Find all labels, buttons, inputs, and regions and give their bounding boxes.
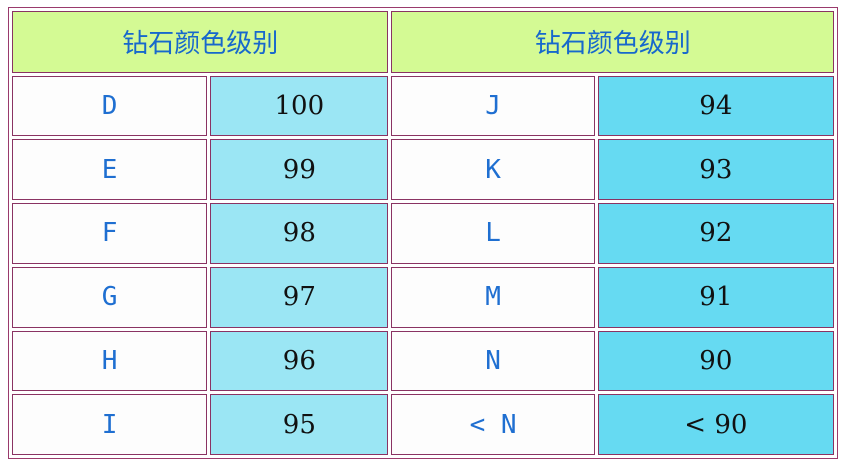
- value-cell: 94: [597, 75, 834, 137]
- header-left: 钻石颜色级别: [12, 11, 389, 73]
- table-row: E 99 K 93: [12, 139, 834, 201]
- table-row: D 100 J 94: [12, 75, 834, 137]
- table-row: H 96 N 90: [12, 330, 834, 392]
- diamond-color-table-frame: 钻石颜色级别 钻石颜色级别 D 100 J 94 E 99 K 93 F 98 …: [8, 7, 838, 459]
- value-cell: 97: [210, 266, 389, 328]
- grade-cell: L: [391, 203, 595, 264]
- value-cell: 99: [210, 139, 389, 201]
- grade-cell: < N: [391, 394, 595, 455]
- grade-cell: J: [391, 75, 595, 137]
- grade-cell: H: [12, 330, 208, 392]
- grade-cell: N: [391, 330, 595, 392]
- header-right: 钻石颜色级别: [391, 11, 834, 73]
- grade-cell: M: [391, 266, 595, 328]
- value-cell: 92: [597, 203, 834, 264]
- value-cell: 91: [597, 266, 834, 328]
- value-cell: 100: [210, 75, 389, 137]
- grade-cell: K: [391, 139, 595, 201]
- grade-cell: D: [12, 75, 208, 137]
- grade-cell: I: [12, 394, 208, 455]
- value-cell: 98: [210, 203, 389, 264]
- table-row: G 97 M 91: [12, 266, 834, 328]
- value-cell: 96: [210, 330, 389, 392]
- table-row: F 98 L 92: [12, 203, 834, 264]
- header-row: 钻石颜色级别 钻石颜色级别: [12, 11, 834, 73]
- value-cell: 93: [597, 139, 834, 201]
- value-cell: 95: [210, 394, 389, 455]
- diamond-color-grade-table: 钻石颜色级别 钻石颜色级别 D 100 J 94 E 99 K 93 F 98 …: [9, 8, 837, 458]
- grade-cell: G: [12, 266, 208, 328]
- table-row: I 95 < N < 90: [12, 394, 834, 455]
- grade-cell: E: [12, 139, 208, 201]
- grade-cell: F: [12, 203, 208, 264]
- value-cell: < 90: [597, 394, 834, 455]
- value-cell: 90: [597, 330, 834, 392]
